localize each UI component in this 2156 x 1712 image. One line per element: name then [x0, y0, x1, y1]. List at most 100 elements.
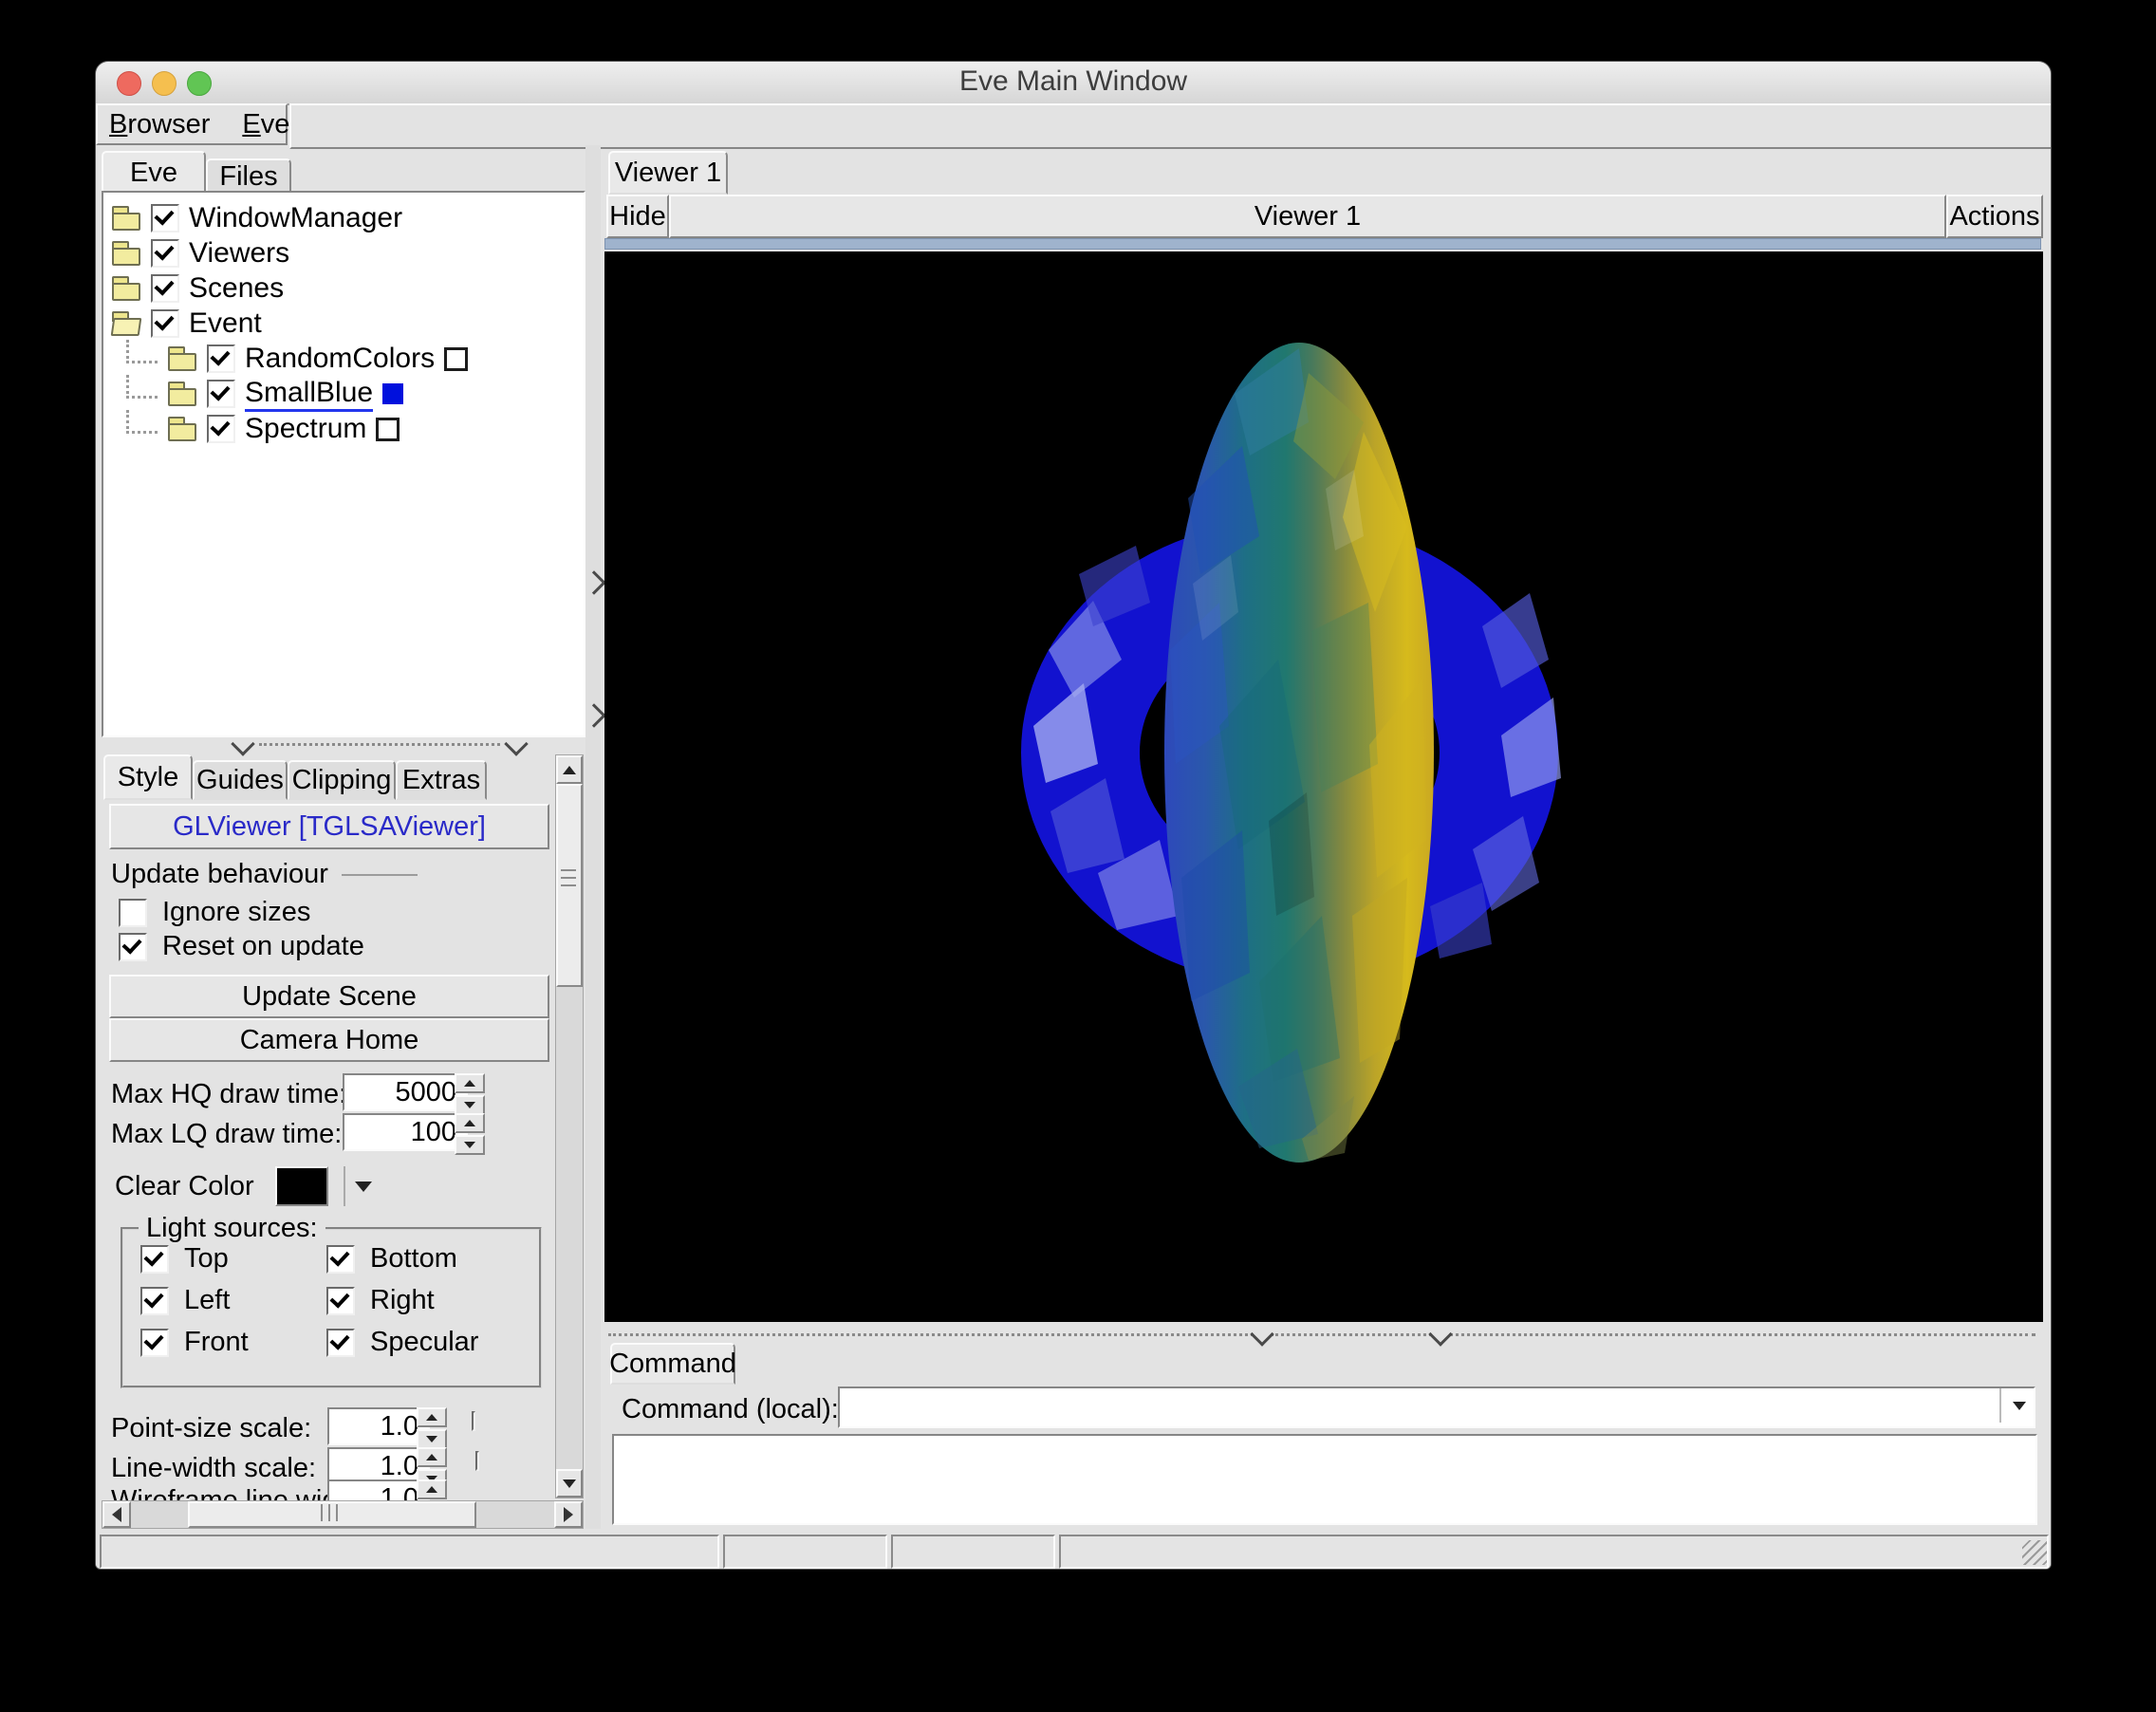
- max-hq-stepper[interactable]: [455, 1073, 485, 1115]
- clear-color-dropdown-icon[interactable]: [355, 1182, 372, 1192]
- scrollbar-thumb[interactable]: [188, 1501, 476, 1528]
- scroll-left-icon[interactable]: [102, 1501, 131, 1528]
- light-front-checkbox[interactable]: [140, 1329, 169, 1357]
- tree-item-smallblue[interactable]: SmallBlue: [126, 378, 403, 410]
- event-checkbox[interactable]: [151, 309, 179, 338]
- spin-down-icon[interactable]: [455, 1135, 485, 1155]
- line-width-label: Line-width scale:: [111, 1453, 316, 1484]
- titlebar[interactable]: Eve Main Window: [96, 62, 2051, 105]
- spin-up-icon[interactable]: [455, 1113, 485, 1133]
- eve-tree: WindowManager Viewers Scenes Event: [102, 191, 585, 737]
- tab-viewer-1[interactable]: Viewer 1: [608, 151, 728, 195]
- chevron-down-icon: [1428, 1322, 1452, 1346]
- tree-item-event[interactable]: Event: [111, 307, 262, 340]
- command-output[interactable]: [612, 1434, 2037, 1525]
- clear-color-label: Clear Color: [115, 1171, 254, 1202]
- spectrum-marker-icon[interactable]: [376, 418, 400, 441]
- command-combobox[interactable]: [838, 1386, 2035, 1428]
- spin-up-icon[interactable]: [417, 1407, 447, 1427]
- scroll-up-icon[interactable]: [556, 755, 583, 784]
- actions-button[interactable]: Actions: [1946, 195, 2043, 238]
- smallblue-marker-icon[interactable]: [382, 383, 403, 404]
- tree-editor-splitter[interactable]: [102, 736, 582, 752]
- tab-eve[interactable]: Eve: [102, 151, 206, 195]
- tree-item-label: Event: [189, 307, 262, 340]
- gl-viewport[interactable]: [604, 251, 2043, 1322]
- light-right-checkbox[interactable]: [326, 1287, 355, 1315]
- glviewer-button[interactable]: GLViewer [TGLSAViewer]: [109, 804, 549, 849]
- command-input[interactable]: [842, 1390, 1994, 1423]
- point-size-input[interactable]: 1.0: [327, 1407, 430, 1445]
- tab-style[interactable]: Style: [103, 754, 193, 800]
- menu-browser[interactable]: Browser: [109, 109, 210, 140]
- max-lq-input[interactable]: 100: [343, 1113, 468, 1151]
- tree-item-spectrum[interactable]: Spectrum: [126, 413, 400, 445]
- point-size-stepper[interactable]: [417, 1407, 447, 1449]
- tab-clipping[interactable]: Clipping: [288, 760, 396, 800]
- folder-icon: [111, 206, 141, 231]
- browser-viewer-splitter[interactable]: [585, 145, 601, 1529]
- clear-color-swatch[interactable]: [275, 1166, 328, 1206]
- light-right-label: Right: [370, 1285, 435, 1316]
- max-lq-stepper[interactable]: [455, 1113, 485, 1155]
- tab-extras[interactable]: Extras: [396, 760, 487, 800]
- camera-home-button[interactable]: Camera Home: [109, 1018, 549, 1062]
- spin-up-icon[interactable]: [455, 1073, 485, 1093]
- light-top-option[interactable]: Top: [140, 1243, 229, 1275]
- smallblue-checkbox[interactable]: [207, 380, 235, 408]
- scroll-down-icon[interactable]: [556, 1469, 583, 1498]
- folder-icon: [111, 276, 141, 301]
- light-top-checkbox[interactable]: [140, 1245, 169, 1274]
- tab-files[interactable]: Files: [206, 158, 291, 195]
- tree-item-viewers[interactable]: Viewers: [111, 237, 289, 270]
- status-bar: [96, 1533, 2051, 1569]
- randomcolors-marker-icon[interactable]: [444, 347, 468, 371]
- scenes-checkbox[interactable]: [151, 274, 179, 303]
- viewer-header: Viewer 1: [669, 195, 1946, 238]
- tree-item-windowmanager[interactable]: WindowManager: [111, 202, 402, 234]
- light-specular-option[interactable]: Specular: [326, 1327, 478, 1358]
- editor-vertical-scrollbar[interactable]: [555, 754, 584, 1498]
- light-left-checkbox[interactable]: [140, 1287, 169, 1315]
- light-right-option[interactable]: Right: [326, 1285, 435, 1316]
- point-size-override-checkbox[interactable]: [472, 1411, 475, 1431]
- light-sources-title: Light sources:: [139, 1213, 325, 1244]
- open-folder-icon: [111, 311, 141, 336]
- tab-command[interactable]: Command: [610, 1343, 735, 1385]
- ignore-sizes-option[interactable]: Ignore sizes: [119, 897, 310, 928]
- tree-item-scenes[interactable]: Scenes: [111, 272, 284, 305]
- spin-down-icon[interactable]: [455, 1095, 485, 1115]
- spin-up-icon[interactable]: [417, 1447, 447, 1467]
- light-specular-checkbox[interactable]: [326, 1329, 355, 1357]
- tree-item-randomcolors[interactable]: RandomColors: [126, 343, 468, 375]
- line-width-override-checkbox[interactable]: [475, 1451, 479, 1471]
- menu-eve[interactable]: Eve: [242, 109, 289, 140]
- light-bottom-checkbox[interactable]: [326, 1245, 355, 1274]
- light-bottom-option[interactable]: Bottom: [326, 1243, 457, 1275]
- scroll-right-icon[interactable]: [554, 1501, 583, 1528]
- tab-guides[interactable]: Guides: [193, 760, 288, 800]
- viewers-checkbox[interactable]: [151, 239, 179, 268]
- randomcolors-checkbox[interactable]: [207, 344, 235, 373]
- spin-down-icon[interactable]: [417, 1429, 447, 1449]
- light-left-option[interactable]: Left: [140, 1285, 230, 1316]
- max-hq-input[interactable]: 5000: [343, 1073, 468, 1111]
- hide-button[interactable]: Hide: [606, 195, 669, 238]
- update-scene-button[interactable]: Update Scene: [109, 975, 549, 1018]
- folder-icon: [167, 417, 197, 441]
- reset-on-update-checkbox[interactable]: [119, 933, 147, 961]
- editor-horizontal-scrollbar[interactable]: [102, 1500, 584, 1529]
- folder-icon: [167, 381, 197, 406]
- spectrum-checkbox[interactable]: [207, 415, 235, 443]
- menubar: Browser Eve: [96, 103, 288, 145]
- combobox-dropdown-icon[interactable]: [2013, 1402, 2026, 1410]
- scrollbar-thumb[interactable]: [556, 784, 583, 987]
- divider: [344, 1166, 345, 1206]
- ignore-sizes-checkbox[interactable]: [119, 899, 147, 927]
- windowmanager-checkbox[interactable]: [151, 204, 179, 233]
- reset-on-update-option[interactable]: Reset on update: [119, 931, 364, 962]
- light-front-option[interactable]: Front: [140, 1327, 249, 1358]
- viewer-command-splitter[interactable]: [608, 1328, 2035, 1341]
- resize-grip[interactable]: [2022, 1540, 2047, 1565]
- spin-up-icon[interactable]: [417, 1479, 447, 1499]
